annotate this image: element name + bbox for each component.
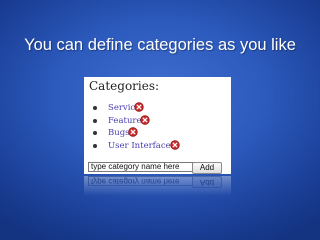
add-category-button[interactable]: Add bbox=[192, 162, 222, 174]
widget-reflection: type category name here Add bbox=[84, 176, 231, 196]
reflected-add-button: Add bbox=[192, 176, 222, 188]
delete-x-icon[interactable] bbox=[134, 102, 144, 112]
category-item-features: Features bbox=[84, 114, 231, 128]
bullet-icon bbox=[93, 118, 97, 123]
category-list: Service Features Bugs User Interface bbox=[84, 102, 231, 152]
bullet-icon bbox=[93, 106, 97, 110]
categories-heading: Categories: bbox=[89, 79, 160, 93]
delete-x-icon[interactable] bbox=[170, 139, 180, 150]
category-link-bugs[interactable]: Bugs bbox=[108, 127, 130, 139]
category-link-user-interface[interactable]: User Interface bbox=[108, 140, 171, 152]
bullet-icon bbox=[93, 143, 97, 148]
category-item-user-interface: User Interface bbox=[84, 139, 231, 153]
category-item-bugs: Bugs bbox=[84, 127, 231, 140]
reflection-background bbox=[84, 176, 231, 196]
category-item-service: Service bbox=[84, 102, 231, 115]
delete-x-icon[interactable] bbox=[128, 127, 138, 137]
category-name-input[interactable]: type category name here bbox=[88, 162, 193, 172]
reflection-image: type category name here Add bbox=[84, 176, 231, 196]
bullet-icon bbox=[93, 131, 97, 135]
delete-x-icon[interactable] bbox=[140, 114, 150, 125]
categories-panel: Categories: Service Features Bugs User I… bbox=[84, 77, 231, 174]
slide-title: You can define categories as you like bbox=[24, 36, 296, 54]
reflected-input: type category name here bbox=[88, 176, 193, 186]
